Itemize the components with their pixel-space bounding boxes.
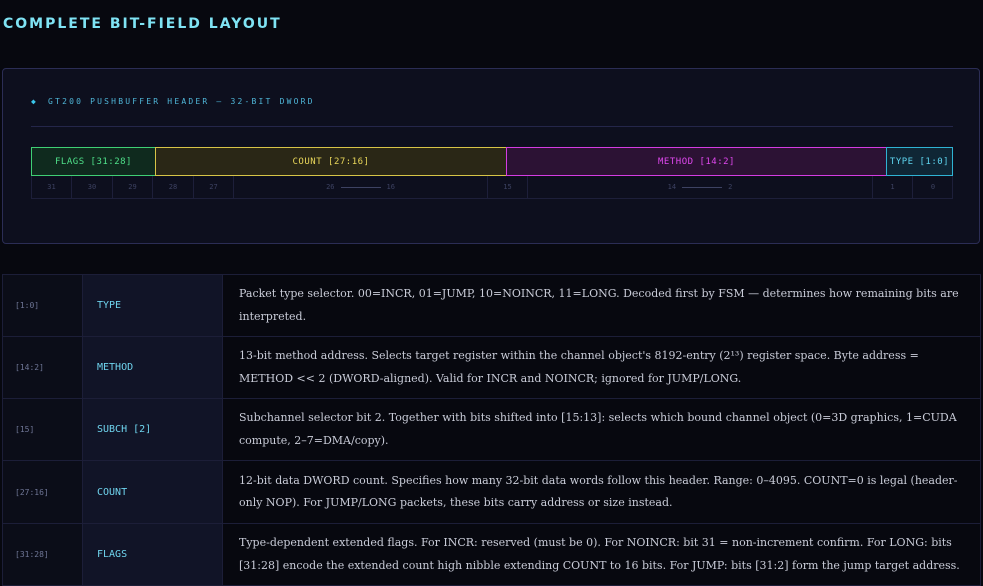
table-row: [15] SUBCH [2] Subchannel selector bit 2… (2, 398, 981, 461)
bit-index-26: 26 (326, 183, 335, 191)
row-description: Type-dependent extended flags. For INCR:… (222, 523, 981, 586)
field-description-table: [1:0] TYPE Packet type selector. 00=INCR… (2, 274, 981, 586)
bit-index-2: 2 (728, 183, 733, 191)
row-bits: [14:2] (2, 336, 83, 399)
row-description: Packet type selector. 00=INCR, 01=JUMP, … (222, 274, 981, 337)
bit-index-28: 28 (153, 176, 194, 198)
diamond-icon: ◆ (31, 97, 39, 106)
panel-heading: ◆ GT200 PUSHBUFFER HEADER — 32-BIT DWORD (31, 97, 315, 106)
bitfield-panel: ◆ GT200 PUSHBUFFER HEADER — 32-BIT DWORD … (2, 68, 980, 244)
row-description: 12-bit data DWORD count. Specifies how m… (222, 460, 981, 524)
field-flags: FLAGS [31:28] (31, 147, 156, 176)
bit-index-30: 30 (72, 176, 113, 198)
bit-range-14-2: 14 2 (528, 176, 873, 198)
row-description: Subchannel selector bit 2. Together with… (222, 398, 981, 461)
table-row: [27:16] COUNT 12-bit data DWORD count. S… (2, 460, 981, 524)
row-bits: [1:0] (2, 274, 83, 337)
table-row: [1:0] TYPE Packet type selector. 00=INCR… (2, 274, 981, 337)
row-name: SUBCH [2] (82, 398, 223, 461)
row-bits: [31:28] (2, 523, 83, 586)
panel-heading-text: GT200 PUSHBUFFER HEADER — 32-BIT DWORD (48, 97, 315, 106)
range-dash (340, 186, 381, 188)
row-name: METHOD (82, 336, 223, 399)
bit-index-16: 16 (386, 183, 395, 191)
row-name: FLAGS (82, 523, 223, 586)
field-type: TYPE [1:0] (886, 147, 953, 176)
row-name: COUNT (82, 460, 223, 524)
panel-divider (31, 126, 953, 127)
row-name: TYPE (82, 274, 223, 337)
bit-range-26-16: 26 16 (234, 176, 488, 198)
bit-index-27: 27 (194, 176, 234, 198)
row-description: 13-bit method address. Selects target re… (222, 336, 981, 399)
bit-index-0: 0 (930, 183, 936, 191)
field-count: COUNT [27:16] (155, 147, 507, 176)
bit-index-14: 14 (667, 183, 677, 191)
bit-index-1: 1 (873, 176, 913, 198)
bit-index-row: 31 30 29 28 27 26 16 15 14 2 1 0 (31, 176, 953, 199)
table-row: [31:28] FLAGS Type-dependent extended fl… (2, 523, 981, 586)
bit-index-15: 15 (488, 176, 528, 198)
bit-index-31: 31 (32, 176, 72, 198)
range-dash (682, 186, 723, 188)
page-title: COMPLETE BIT-FIELD LAYOUT (3, 16, 282, 32)
field-method: METHOD [14:2] (506, 147, 887, 176)
table-row: [14:2] METHOD 13-bit method address. Sel… (2, 336, 981, 399)
bit-index-29: 29 (113, 176, 153, 198)
row-bits: [27:16] (2, 460, 83, 524)
row-bits: [15] (2, 398, 83, 461)
